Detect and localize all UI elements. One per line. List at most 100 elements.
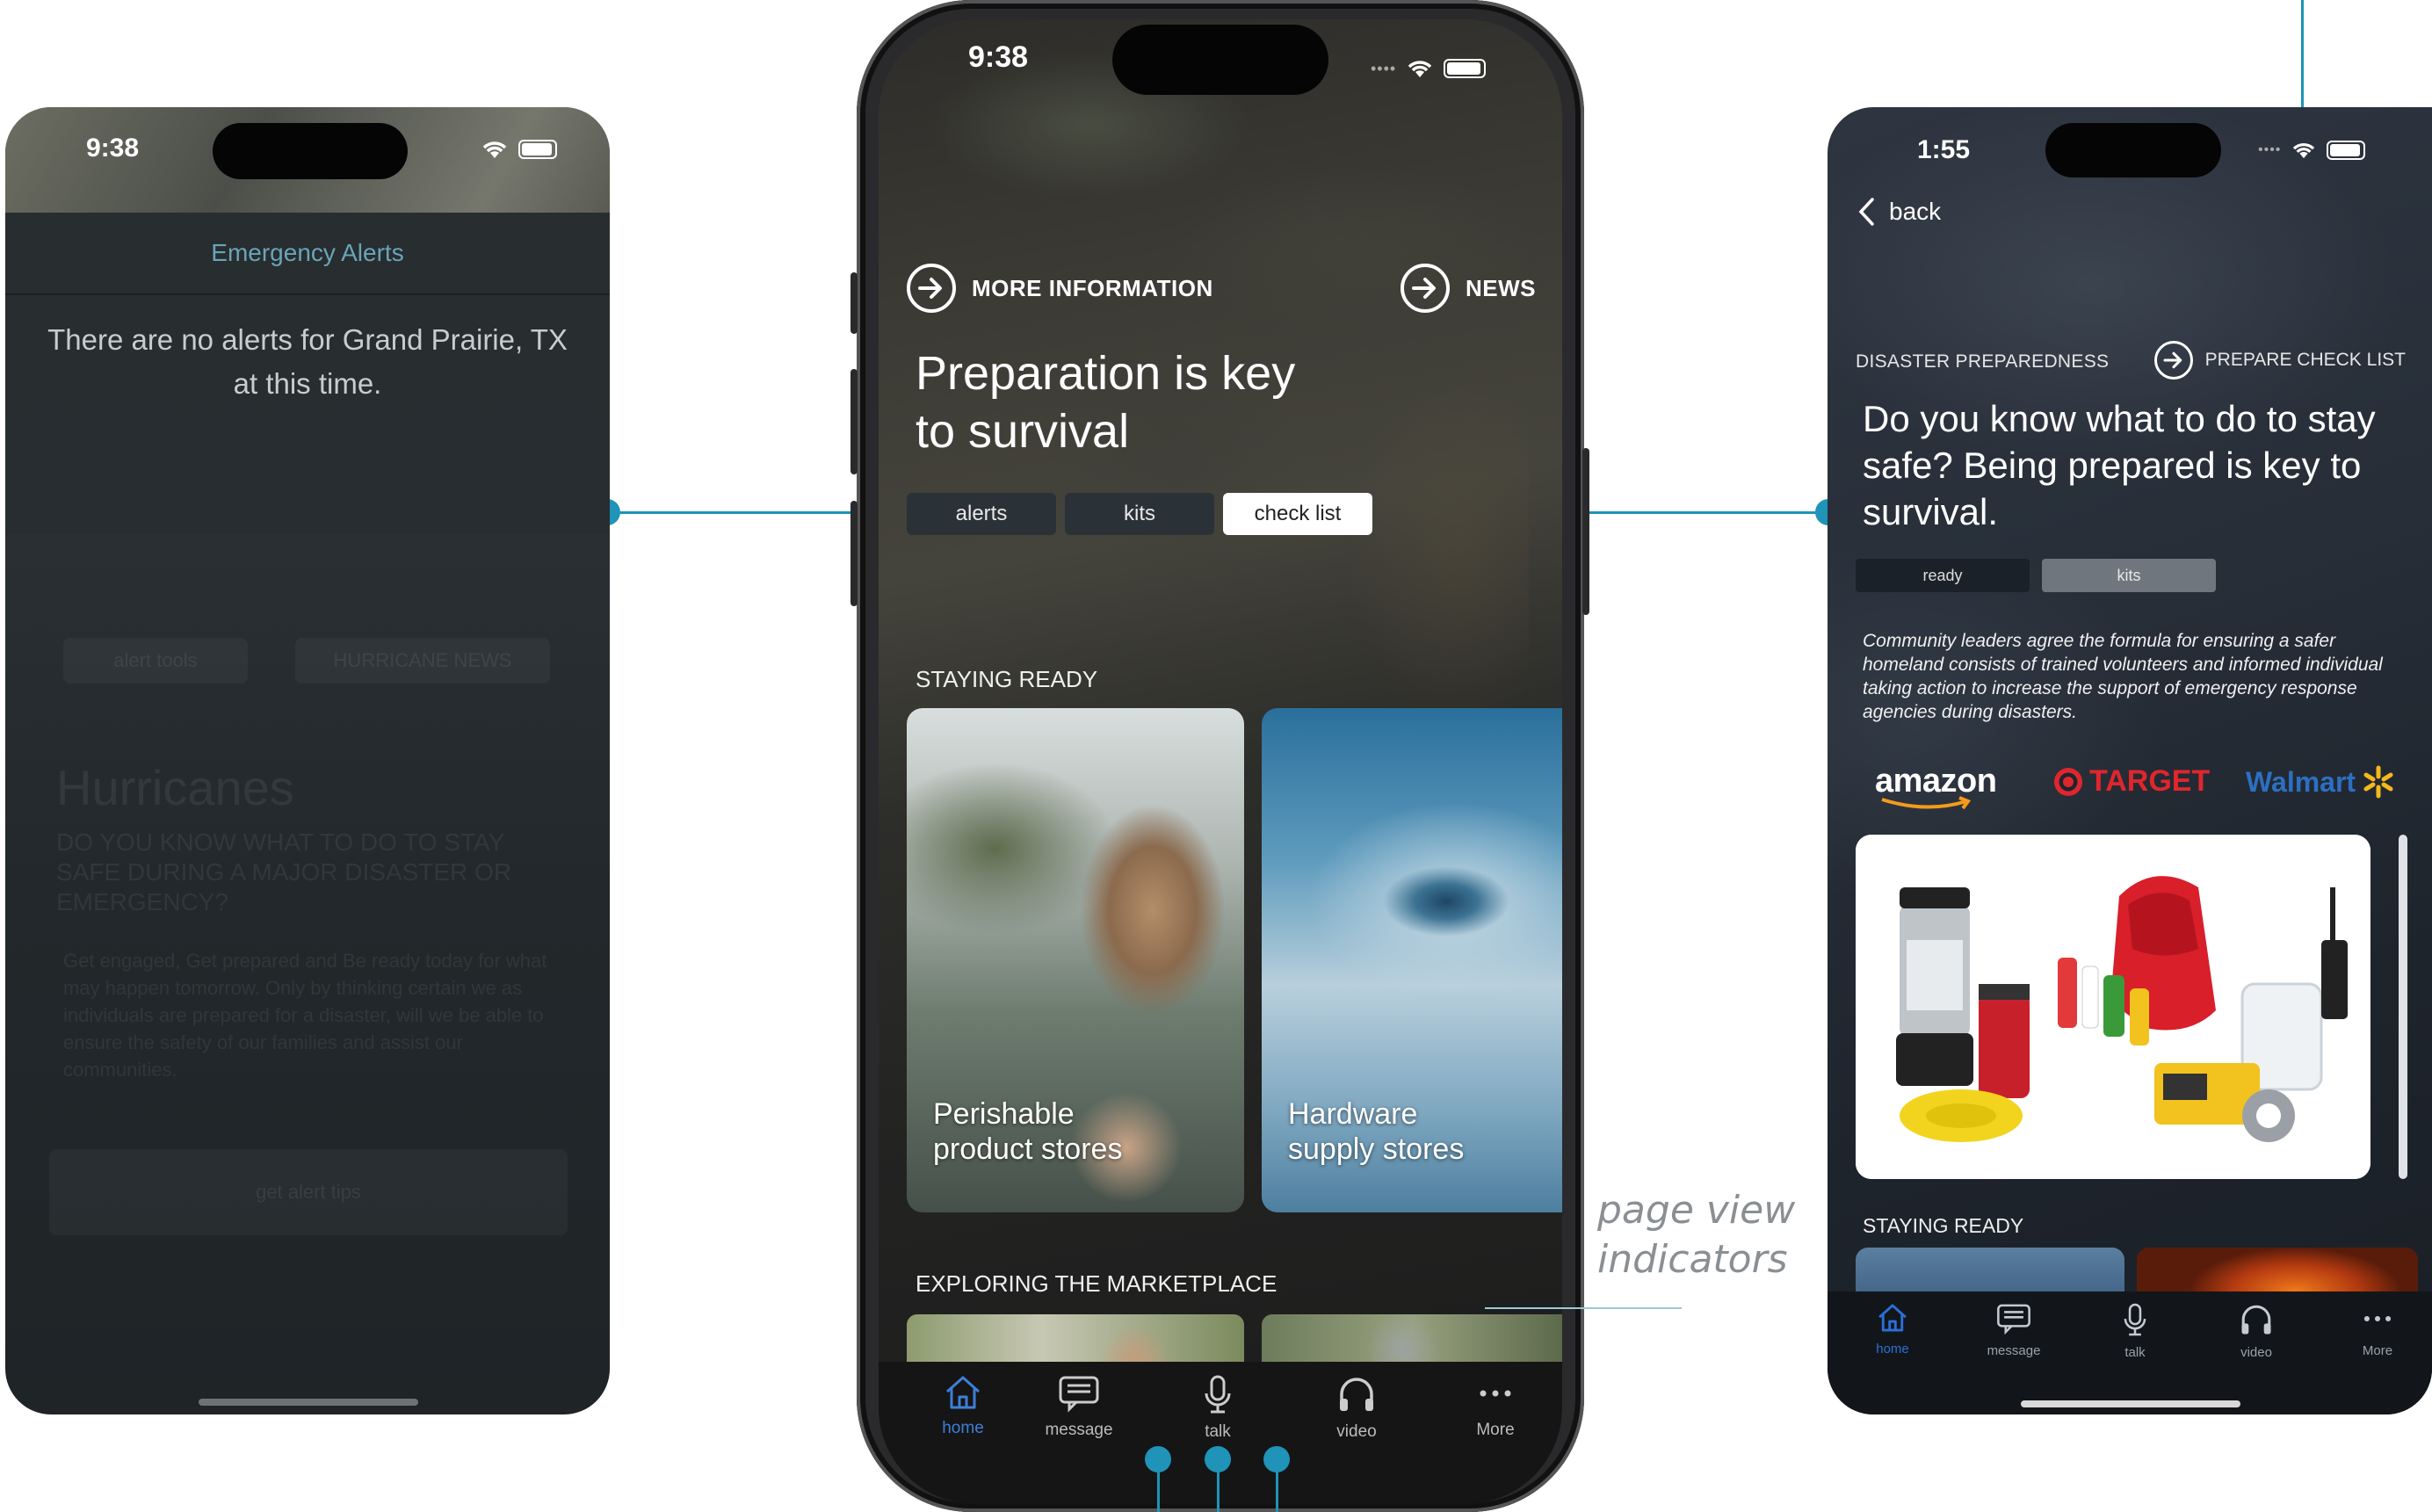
message-icon xyxy=(1997,1304,2030,1335)
tab-alerts[interactable]: alerts xyxy=(907,493,1056,535)
indicator-line-2 xyxy=(1217,1471,1220,1512)
home-indicator xyxy=(199,1399,418,1406)
tab-video[interactable]: video xyxy=(2204,1302,2309,1360)
status-time: 9:38 xyxy=(86,134,140,163)
chevron-left-icon xyxy=(1858,198,1874,226)
tab-talk[interactable]: talk xyxy=(1156,1374,1279,1442)
tab-bar: home message talk video More xyxy=(879,1362,1562,1504)
tab-home[interactable]: home xyxy=(901,1374,1024,1438)
signal-dots-icon: •••• xyxy=(2258,142,2282,157)
card-hardware-stores[interactable]: Hardware supply stores xyxy=(1262,708,1562,1212)
walmart-logo[interactable]: Walmart xyxy=(2246,764,2396,799)
annotation-line xyxy=(1485,1307,1682,1309)
tab-message[interactable]: message xyxy=(1961,1302,2066,1358)
category-label: DISASTER PREPAREDNESS xyxy=(1856,351,2110,372)
tab-video-label: video xyxy=(2240,1345,2272,1360)
home-icon xyxy=(1878,1304,1907,1332)
dynamic-island xyxy=(2045,123,2221,177)
tab-kits[interactable]: kits xyxy=(1065,493,1214,535)
more-information-label: MORE INFORMATION xyxy=(972,274,1213,301)
page-view-indicator-dot-1 xyxy=(1145,1446,1171,1472)
card-perishable-stores[interactable]: Perishable product stores xyxy=(907,708,1244,1212)
tab-more[interactable]: More xyxy=(2325,1302,2430,1358)
indicator-line-1 xyxy=(1157,1471,1160,1512)
tab-home-label: home xyxy=(942,1419,984,1437)
tab-message[interactable]: message xyxy=(1017,1374,1140,1440)
amazon-logo-text: amazon xyxy=(1875,763,1997,799)
tab-talk-label: talk xyxy=(2124,1345,2146,1360)
dim-body: Get engaged, Get prepared and Be ready t… xyxy=(63,950,547,1081)
tab-more-label: More xyxy=(1476,1421,1515,1439)
emergency-kit-card[interactable] xyxy=(1856,835,2370,1179)
page-title: Do you know what to do to stay safe? Bei… xyxy=(1863,398,2376,532)
card-caption-line-1: Hardware xyxy=(1288,1097,1418,1131)
next-card-peek xyxy=(2399,835,2407,1179)
status-time: 9:38 xyxy=(968,40,1029,74)
dynamic-island xyxy=(1112,25,1328,95)
tab-talk-label: talk xyxy=(1205,1422,1231,1441)
amazon-logo[interactable]: amazon xyxy=(1875,763,1997,810)
retailer-logos: amazon TARGET Walmart xyxy=(1854,757,2416,819)
tab-ready[interactable]: ready xyxy=(1856,559,2030,592)
alerts-message: There are no alerts for Grand Prairie, T… xyxy=(47,323,568,400)
tab-home[interactable]: home xyxy=(1840,1302,1945,1356)
battery-icon xyxy=(518,140,557,159)
card-caption-line-2: product stores xyxy=(933,1132,1123,1166)
status-time: 1:55 xyxy=(1917,135,1971,164)
tab-kits[interactable]: kits xyxy=(2042,559,2216,592)
alert-tools-button[interactable]: alert tools xyxy=(63,638,248,684)
dim-subheading: DO YOU KNOW WHAT TO DO TO STAY SAFE DURI… xyxy=(56,828,512,915)
walmart-logo-text: Walmart xyxy=(2246,765,2356,798)
target-logo[interactable]: TARGET xyxy=(2052,764,2210,799)
body-text: Community leaders agree the formula for … xyxy=(1863,631,2383,722)
headphones-icon xyxy=(1340,1378,1373,1411)
card-caption: Perishable product stores xyxy=(933,1096,1122,1167)
home-indicator xyxy=(2021,1400,2240,1407)
section-title-staying-ready: STAYING READY xyxy=(1863,1214,2024,1237)
prepare-check-list-link[interactable]: PREPARE CHECK LIST xyxy=(2153,341,2406,380)
back-label: back xyxy=(1889,198,1942,225)
news-link[interactable]: NEWS xyxy=(1401,264,1536,313)
status-icons xyxy=(480,139,557,160)
card-caption: Hardware supply stores xyxy=(1288,1096,1464,1167)
get-alert-tips-button[interactable]: get alert tips xyxy=(49,1149,568,1235)
left-phone-screen: 9:38 Emergency Alerts There are no alert… xyxy=(5,107,610,1414)
status-icons: •••• xyxy=(1371,58,1487,79)
tab-video[interactable]: video xyxy=(1295,1374,1418,1442)
tab-message-label: message xyxy=(1987,1343,2041,1358)
phone-side-button xyxy=(850,272,858,334)
wifi-icon xyxy=(1408,61,1432,77)
wifi-icon xyxy=(2293,143,2315,159)
card-caption-line-1: Perishable xyxy=(933,1097,1075,1131)
tab-talk[interactable]: talk xyxy=(2082,1302,2188,1360)
arrow-right-circle-icon xyxy=(907,264,956,313)
tab-bar: home message talk video More xyxy=(1828,1291,2432,1414)
title-line-1: Preparation is key xyxy=(916,347,1296,400)
phone-power-button xyxy=(1582,448,1589,615)
page-view-indicator-dot-2 xyxy=(1205,1446,1231,1472)
wifi-icon xyxy=(482,141,507,158)
page-view-indicator-dot-3 xyxy=(1263,1446,1290,1472)
prepare-check-list-label: PREPARE CHECK LIST xyxy=(2204,350,2406,370)
card-caption-line-2: supply stores xyxy=(1288,1132,1465,1166)
battery-icon xyxy=(1444,59,1487,78)
tab-more-label: More xyxy=(2362,1343,2393,1358)
news-label: NEWS xyxy=(1466,274,1536,301)
tab-more[interactable]: More xyxy=(1434,1374,1557,1440)
phone-volume-down xyxy=(850,501,858,606)
battery-icon xyxy=(2327,141,2366,160)
headphones-icon xyxy=(2241,1305,2271,1335)
section-title-marketplace: EXPLORING THE MARKETPLACE xyxy=(916,1270,1278,1297)
walmart-spark-icon xyxy=(2363,765,2393,799)
more-information-link[interactable]: MORE INFORMATION xyxy=(907,264,1213,313)
more-dots-icon xyxy=(2363,1315,2392,1322)
section-title-staying-ready: STAYING READY xyxy=(916,666,1098,692)
status-icons: •••• xyxy=(2258,141,2366,160)
dim-heading: Hurricanes xyxy=(56,760,294,815)
page-title: Preparation is key to survival xyxy=(916,344,1372,460)
back-button[interactable]: back xyxy=(1857,197,1941,227)
tab-check-list[interactable]: check list xyxy=(1223,493,1372,535)
phone-volume-up xyxy=(850,369,858,474)
right-phone-screen: 1:55 •••• back DISASTER PREPAREDNESS PRE… xyxy=(1828,107,2432,1414)
hurricane-news-button[interactable]: HURRICANE NEWS xyxy=(295,638,550,684)
